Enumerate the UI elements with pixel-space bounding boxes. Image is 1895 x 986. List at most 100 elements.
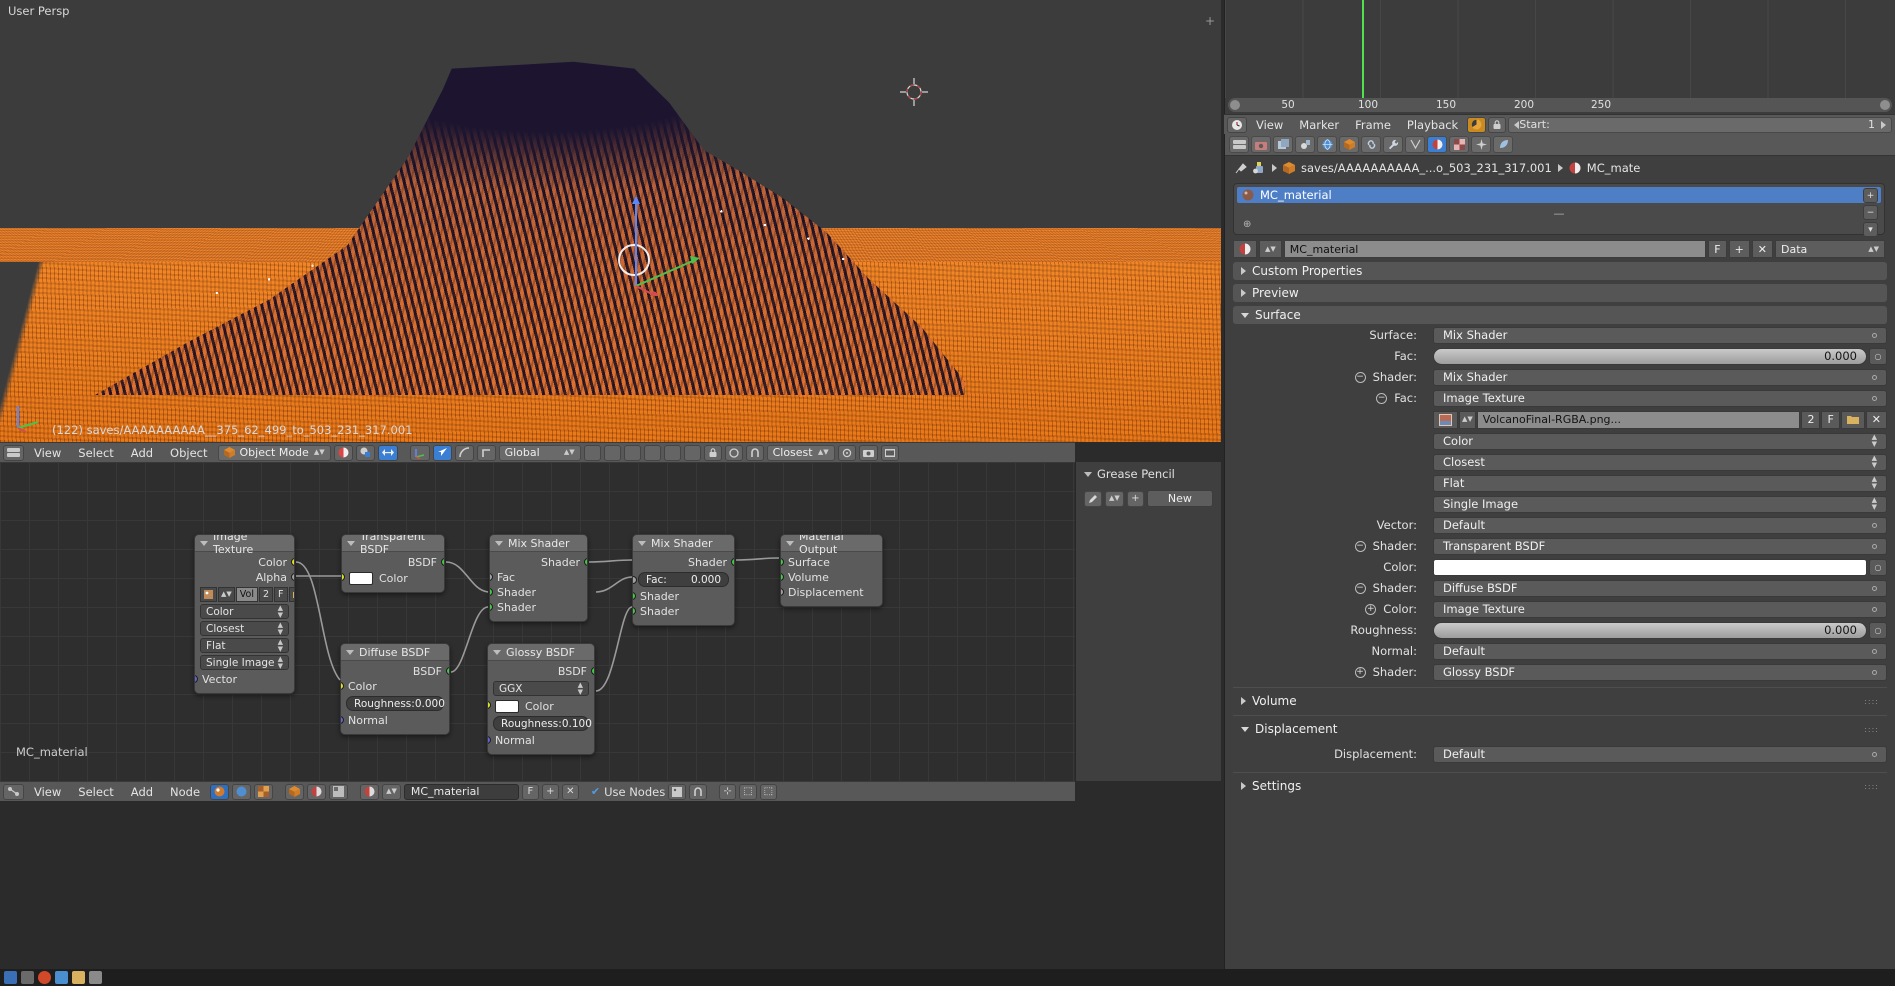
viewport-shading-dropdown[interactable] [333,444,353,461]
socket-shader-out[interactable] [584,558,587,566]
material-fake-user-button[interactable]: F [1708,240,1727,258]
node-input-displacement[interactable]: Displacement [781,585,882,600]
collapse-triangle-icon[interactable] [493,649,501,655]
animate-dot-icon[interactable]: ○ [1869,558,1887,576]
slot-object-icon[interactable] [285,783,305,800]
shader-glossy-dropdown[interactable]: Glossy BSDF [1433,663,1887,681]
node-glossy-bsdf[interactable]: Glossy BSDF BSDF GGX ▲ ▼ Color Roughness: [487,643,595,755]
socket-shader-in[interactable] [633,607,636,615]
editor-type-selector-viewport[interactable] [3,444,24,461]
node-input-volume[interactable]: Volume [781,570,882,585]
material-datablock-icon[interactable] [1233,240,1257,258]
collapse-minus-icon[interactable]: − [1354,371,1366,383]
node-transparent-bsdf[interactable]: Transparent BSDF BSDF Color [341,534,445,593]
node-editor[interactable]: Image Texture Color Alpha ▲▼ Vol 2 F Col… [0,462,1075,781]
scene-lock-button[interactable] [703,444,722,461]
taskbar-app-1[interactable] [4,971,17,984]
node-header[interactable]: Transparent BSDF [342,535,444,556]
material-new-button[interactable]: + [541,783,559,800]
node-header[interactable]: Mix Shader [490,535,587,552]
node-input-normal[interactable]: Normal [341,713,449,728]
socket-normal-in[interactable] [341,716,344,724]
node-projection-dropdown[interactable]: Flat ▲ ▼ [200,638,289,653]
grease-pencil-header[interactable]: Grease Pencil [1076,462,1221,486]
material-unlink-button[interactable]: ✕ [1751,240,1773,258]
shader-mix-dropdown[interactable]: Mix Shader [1433,368,1887,386]
socket-shader-in[interactable] [633,592,636,600]
taskbar-app-4[interactable] [55,971,68,984]
node-image-datablock-row[interactable]: ▲▼ Vol 2 F ✕ [200,587,294,602]
image-unlink-button[interactable]: ✕ [1865,410,1887,429]
node-output-bsdf[interactable]: BSDF [488,664,594,679]
color-swatch-field[interactable] [1433,558,1867,576]
datablock-icon[interactable] [1253,161,1266,174]
node-input-vector[interactable]: Vector [195,672,294,687]
node-input-shader-b[interactable]: Shader [633,604,734,619]
tab-constraints[interactable] [1361,136,1381,153]
shader-diffuse-dropdown[interactable]: Diffuse BSDF [1433,579,1887,597]
color-swatch[interactable] [349,571,373,585]
pin-icon[interactable] [1235,162,1247,174]
snap-align-rotation-button[interactable] [837,444,856,461]
socket-color-in[interactable] [342,573,345,581]
node-input-shader-b[interactable]: Shader [490,600,587,615]
image-name-field[interactable]: VolcanoFinal-RGBA.png... [1476,410,1801,429]
tab-render[interactable] [1251,136,1271,153]
proportional-edit-button[interactable] [724,444,743,461]
material-slot-specials-button[interactable]: ▾ [1863,222,1878,237]
node-backdrop-button[interactable] [668,783,687,800]
socket-alpha-out[interactable] [291,573,294,581]
expand-plus-icon[interactable]: + [1354,666,1366,678]
layer-button-6[interactable] [683,444,701,461]
socket-bsdf-out[interactable] [591,667,594,675]
snap-magnet-button[interactable] [745,444,764,461]
socket-normal-in[interactable] [488,736,491,744]
manipulator-rotate-button[interactable] [454,444,474,461]
socket-color-in[interactable] [488,701,491,709]
collapse-triangle-icon[interactable] [1084,471,1092,477]
node-output-bsdf[interactable]: BSDF [342,555,444,570]
timeline-menu-playback[interactable]: Playback [1400,117,1465,133]
animate-dot-icon[interactable] [1872,606,1877,612]
timeline-menu-marker[interactable]: Marker [1292,117,1346,133]
node-roughness-slider[interactable]: Roughness: 0.000 [346,696,445,711]
material-name-field[interactable]: MC_material [1283,240,1707,258]
panel-surface[interactable]: Surface [1233,306,1887,324]
animate-dot-icon[interactable]: ○ [1869,621,1887,639]
editor-type-selector-timeline[interactable] [1227,116,1247,133]
layer-button-3[interactable] [623,444,641,461]
material-browse-icon[interactable]: ▲▼ [382,783,401,800]
node-menu-add[interactable]: Add [124,784,160,800]
shader-transparent-dropdown[interactable]: Transparent BSDF [1433,537,1887,555]
node-header[interactable]: Mix Shader [633,535,734,552]
socket-fac-in[interactable] [490,573,493,581]
socket-vector-in[interactable] [195,675,198,683]
snap-during-transform-toggle[interactable] [377,444,398,461]
socket-volume-in[interactable] [781,573,784,581]
image-users-count[interactable]: 2 [259,587,274,602]
collapse-triangle-icon[interactable] [786,540,794,546]
snap-target-dropdown[interactable]: Closest ▲▼ [766,444,835,461]
node-header[interactable]: Material Output [781,535,882,556]
collapse-triangle-icon[interactable] [1241,312,1249,318]
add-material-slot-button[interactable]: + [1863,188,1878,203]
node-output-bsdf[interactable]: BSDF [341,664,449,679]
timeline-menu-frame[interactable]: Frame [1348,117,1398,133]
layer-button-4[interactable] [643,444,661,461]
node-input-color[interactable]: Color [342,570,444,586]
collapse-triangle-icon[interactable] [495,540,503,546]
displacement-dropdown[interactable]: Default [1433,745,1887,763]
socket-shader-in[interactable] [490,588,493,596]
tab-object-data[interactable] [1493,136,1513,153]
node-header[interactable]: Diffuse BSDF [341,644,449,661]
animate-dot-icon[interactable] [1872,751,1877,757]
node-input-color[interactable]: Color [488,698,594,714]
node-menu-select[interactable]: Select [71,784,120,800]
expand-plus-icon[interactable]: + [1365,603,1377,615]
node-roughness-slider[interactable]: Roughness: 0.100 [493,716,592,731]
image-name-field[interactable]: Vol [235,587,258,602]
material-slot-resize-grip[interactable]: — [1554,207,1565,220]
grease-pencil-plus-icon[interactable]: + [1126,490,1144,507]
image-fake-user-button[interactable]: F [274,587,288,602]
animate-dot-icon[interactable] [1872,669,1877,675]
